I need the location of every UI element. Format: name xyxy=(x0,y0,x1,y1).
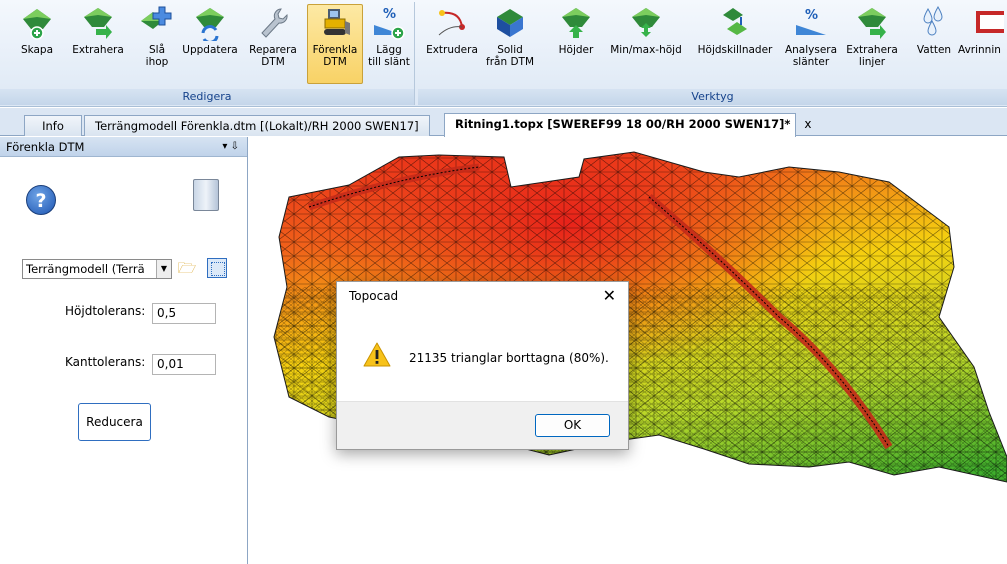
analyze-slopes-button[interactable]: % Analysera slänter xyxy=(780,4,842,84)
terrain-model-select-value: Terrängmodell (Terrä xyxy=(26,262,145,276)
runoff-icon xyxy=(976,11,1004,33)
update-button-label: Uppdatera xyxy=(182,44,238,56)
help-button[interactable]: ? xyxy=(26,185,56,215)
extrude-button-label: Extrudera xyxy=(426,44,478,56)
tab-info-label: Info xyxy=(42,119,64,133)
water-button[interactable]: Vatten xyxy=(914,4,954,84)
create-button[interactable]: Skapa xyxy=(15,4,59,84)
add-slope-button[interactable]: % Lägg till slänt xyxy=(366,4,412,84)
simplify-dtm-button[interactable]: Förenkla DTM xyxy=(307,4,363,84)
solid-icon xyxy=(497,9,523,37)
height-tolerance-input[interactable]: 0,5 xyxy=(152,303,216,324)
dialog-message: 21135 trianglar borttagna (80%). xyxy=(409,351,609,365)
solid-from-dtm-button[interactable]: Solid från DTM xyxy=(484,4,536,84)
panel-pin-icon[interactable]: ▾ ⇩ xyxy=(222,137,239,157)
terrain-arrow-icon xyxy=(84,8,112,39)
runoff-button[interactable]: Avrinnin xyxy=(957,4,1007,84)
wrench-icon xyxy=(261,8,288,38)
merge-button-label: Slå ihop xyxy=(145,44,169,68)
edge-tolerance-label: Kanttolerans: xyxy=(65,355,146,369)
water-drops-icon xyxy=(923,5,943,36)
analyze-slopes-button-label: Analysera slänter xyxy=(784,44,838,68)
runoff-button-label: Avrinnin xyxy=(958,44,1001,56)
update-button[interactable]: Uppdatera xyxy=(180,4,240,84)
folder-open-icon[interactable]: 🗁 xyxy=(177,258,197,278)
terrain-up-icon xyxy=(562,8,590,38)
topocad-message-dialog: Topocad ✕ 21135 trianglar borttagna (80%… xyxy=(336,281,629,450)
tab-close-icon[interactable]: x xyxy=(804,117,811,131)
terrain-merge-icon xyxy=(141,6,172,29)
panel-title: Förenkla DTM xyxy=(6,140,85,154)
terrain-model-select[interactable]: Terrängmodell (Terrä ▼ xyxy=(22,259,172,279)
extrude-icon xyxy=(438,10,465,36)
chevron-down-icon[interactable]: ▼ xyxy=(156,260,171,278)
edge-tolerance-input[interactable]: 0,01 xyxy=(152,354,216,375)
extract-lines-button-label: Extrahera linjer xyxy=(846,44,898,68)
repair-dtm-button[interactable]: Reparera DTM xyxy=(243,4,303,84)
svg-text:%: % xyxy=(805,8,818,23)
tab-drawing-label: Ritning1.topx [SWEREF99 18 00/RH 2000 SW… xyxy=(455,117,791,131)
ribbon-toolbar: Redigera Verktyg Skapa Extrahera Slå iho… xyxy=(0,0,1007,107)
height-tolerance-label: Höjdtolerans: xyxy=(65,304,146,318)
tab-terrain-model[interactable]: Terrängmodell Förenkla.dtm [(Lokalt)/RH … xyxy=(84,115,430,136)
terrain-refresh-icon xyxy=(196,8,224,41)
ribbon-group-label-redigera: Redigera xyxy=(0,89,414,105)
merge-button[interactable]: Slå ihop xyxy=(137,4,177,84)
close-icon[interactable]: ✕ xyxy=(603,286,616,305)
extract-button[interactable]: Extrahera xyxy=(63,4,133,84)
create-button-label: Skapa xyxy=(20,44,54,56)
exit-door-icon[interactable] xyxy=(193,179,219,211)
dialog-footer: OK xyxy=(337,401,628,449)
solid-from-dtm-button-label: Solid från DTM xyxy=(486,44,534,68)
simplify-dtm-button-label: Förenkla DTM xyxy=(312,44,358,68)
terrain-minmax-icon xyxy=(632,8,660,37)
ribbon-group-label-verktyg: Verktyg xyxy=(418,89,1007,105)
terrain-diff-icon xyxy=(723,8,747,35)
height-differences-button-label: Höjdskillnader xyxy=(697,44,773,56)
extract-button-label: Extrahera xyxy=(72,44,124,56)
min-max-height-button-label: Min/max-höjd xyxy=(610,44,682,56)
simplify-dtm-panel: Förenkla DTM ▾ ⇩ ? Terrängmodell (Terrä … xyxy=(0,137,248,564)
extrude-button[interactable]: Extrudera xyxy=(424,4,480,84)
slope-percent-plus-icon: % xyxy=(374,7,405,40)
panel-header: Förenkla DTM ▾ ⇩ xyxy=(0,137,247,157)
ok-button[interactable]: OK xyxy=(535,414,610,437)
terrain-lines-icon xyxy=(858,8,886,39)
reduce-button[interactable]: Reducera xyxy=(78,403,151,441)
slope-percent-icon: % xyxy=(796,8,826,35)
select-area-icon[interactable] xyxy=(207,258,227,278)
min-max-height-button[interactable]: Min/max-höjd xyxy=(602,4,690,84)
warning-icon xyxy=(363,342,391,367)
document-tab-bar: Info Terrängmodell Förenkla.dtm [(Lokalt… xyxy=(0,108,1007,137)
height-differences-button[interactable]: Höjdskillnader xyxy=(692,4,778,84)
heights-button-label: Höjder xyxy=(558,44,594,56)
extract-lines-button[interactable]: Extrahera linjer xyxy=(844,4,900,84)
svg-text:%: % xyxy=(383,7,396,22)
bulldozer-icon xyxy=(324,9,350,35)
heights-button[interactable]: Höjder xyxy=(553,4,599,84)
terrain-plus-icon xyxy=(23,9,51,40)
dialog-title: Topocad xyxy=(349,289,399,303)
repair-dtm-button-label: Reparera DTM xyxy=(249,44,297,68)
tab-terrain-model-label: Terrängmodell Förenkla.dtm [(Lokalt)/RH … xyxy=(95,119,419,133)
add-slope-button-label: Lägg till slänt xyxy=(368,44,410,68)
water-button-label: Vatten xyxy=(916,44,952,56)
tab-info[interactable]: Info xyxy=(24,115,82,136)
tab-drawing[interactable]: Ritning1.topx [SWEREF99 18 00/RH 2000 SW… xyxy=(444,113,811,137)
